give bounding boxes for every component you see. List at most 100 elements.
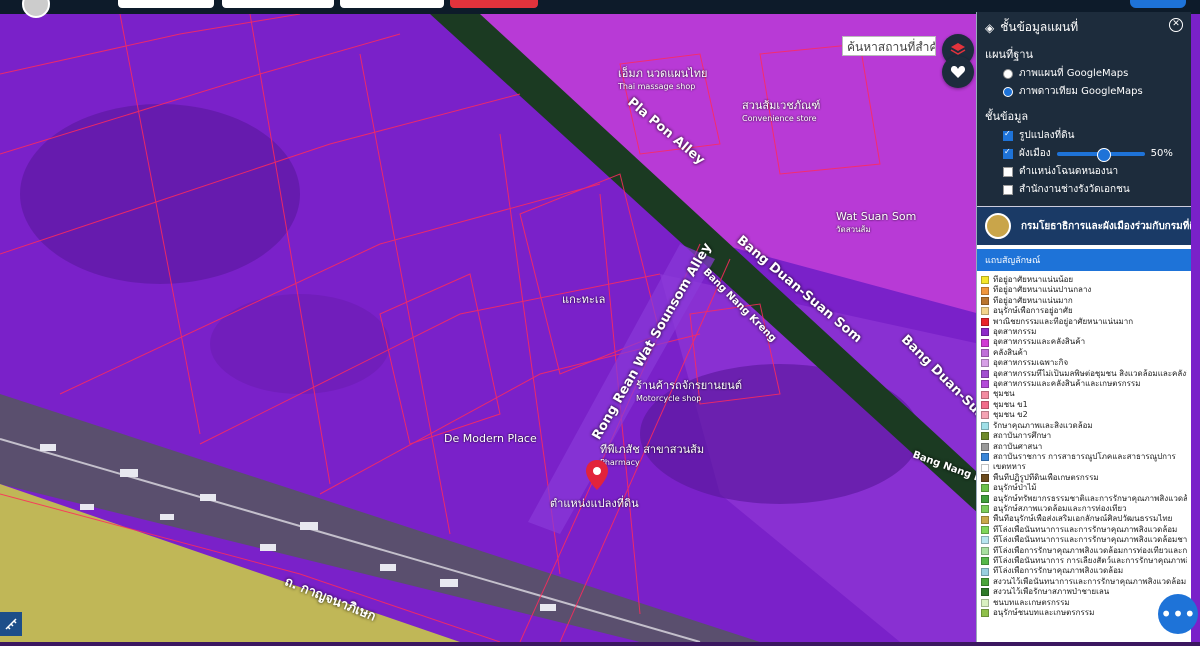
poi-label[interactable]: เอ็มภ นวดแผนไทย Thai massage shop <box>618 64 708 91</box>
legend-swatch <box>981 577 989 586</box>
poi-label[interactable]: De Modern Place <box>444 432 537 445</box>
legend-swatch <box>981 442 989 451</box>
parcel-marker[interactable] <box>586 460 608 494</box>
legend-swatch <box>981 536 989 545</box>
layer-option[interactable]: ตำแหน่งโฉนดหนองนา <box>1003 164 1183 179</box>
legend-label: คลังสินค้า <box>993 347 1028 357</box>
poi-label[interactable]: ทีพีเภสัช สาขาสวนส้ม Pharmacy <box>600 440 704 467</box>
slider-knob[interactable] <box>1096 147 1111 162</box>
legend-label: ที่โล่งเพื่อนันทนาการ การเลี้ยงสัตว์และก… <box>993 555 1187 565</box>
layer-option[interactable]: สำนักงานช่างรังวัดเอกชน <box>1003 182 1183 197</box>
legend-label: ที่อยู่อาศัยหนาแน่นมาก <box>993 295 1073 305</box>
close-icon[interactable]: ✕ <box>1169 18 1183 32</box>
legend-item: ที่โล่งเพื่อนันทนาการและการรักษาคุณภาพสิ… <box>981 525 1187 535</box>
favorite-button[interactable] <box>942 56 974 88</box>
legend-swatch <box>981 359 989 368</box>
menu-button[interactable] <box>1130 0 1186 8</box>
legend-label: พาณิชยกรรมและที่อยู่อาศัยหนาแน่นมาก <box>993 316 1134 326</box>
legend-swatch <box>981 515 989 524</box>
marker-label: ตำแหน่งแปลงที่ดิน <box>550 497 639 510</box>
legend-label: อนุรักษ์ป่าไม้ <box>993 483 1037 493</box>
legend-label: สถาบันการศึกษา <box>993 431 1052 441</box>
district-select[interactable] <box>222 0 334 8</box>
checkbox[interactable] <box>1003 184 1013 195</box>
poi-label[interactable]: ร้านค้ารถจักรยานยนต์ Motorcycle shop <box>636 376 742 403</box>
legend-tab[interactable]: แถบสัญลักษณ์ <box>977 249 1191 271</box>
legend-swatch <box>981 401 989 410</box>
legend-item: ที่โล่งเพื่อการรักษาคุณภาพสิ่งแวดล้อม <box>981 566 1187 576</box>
poi-label[interactable]: Wat Suan Som วัดสวนส้ม <box>836 210 916 236</box>
legend-item: คลังสินค้า <box>981 348 1187 358</box>
legend-swatch <box>981 317 989 326</box>
legend-swatch <box>981 484 989 493</box>
basemap-option[interactable]: ภาพแผนที่ GoogleMaps <box>1003 66 1183 81</box>
legend-item: เขตทหาร <box>981 462 1187 472</box>
legend-label: พื้นที่ปฏิรูปที่ดินเพื่อเกษตรกรรม <box>993 472 1099 482</box>
legend-swatch <box>981 546 989 555</box>
legend-label: ที่อยู่อาศัยหนาแน่นน้อย <box>993 275 1074 284</box>
radio[interactable] <box>1003 86 1013 97</box>
legend-swatch <box>981 328 989 337</box>
chat-button[interactable]: ••• <box>1158 594 1198 634</box>
basemap-option[interactable]: ภาพดาวเทียม GoogleMaps <box>1003 84 1183 99</box>
legend-swatch <box>981 390 989 399</box>
checkbox[interactable] <box>1003 147 1013 159</box>
legend-swatch <box>981 286 989 295</box>
legend-swatch <box>981 609 989 618</box>
legend-item: ที่อยู่อาศัยหนาแน่นปานกลาง <box>981 285 1187 295</box>
opacity-slider[interactable] <box>1056 147 1145 162</box>
poi-label[interactable]: แกะทะเล <box>562 290 605 308</box>
legend-swatch <box>981 276 989 285</box>
legend-item: สถาบันศาสนา <box>981 442 1187 452</box>
ruler-icon <box>5 618 17 630</box>
legend-label: อุตสาหกรรม <box>993 327 1037 337</box>
map-layers-panel: ◈ ชั้นข้อมูลแผนที่ ✕ แผนที่ฐาน ภาพแผนที่ … <box>976 12 1191 642</box>
legend-item: ที่อยู่อาศัยหนาแน่นมาก <box>981 296 1187 306</box>
layer-option[interactable]: ผังเมือง50% <box>1003 146 1183 162</box>
poi-label[interactable]: สวนส้มเวชภัณฑ์ Convenience store <box>742 96 820 123</box>
legend-item: อุตสาหกรรมที่ไม่เป็นมลพิษต่อชุมชน สิ่งแว… <box>981 369 1187 379</box>
legend-item: พื้นที่ปฏิรูปที่ดินเพื่อเกษตรกรรม <box>981 473 1187 483</box>
search-button[interactable] <box>450 0 538 8</box>
legend-item: สงวนไว้เพื่อรักษาสภาพป่าชายเลน <box>981 587 1187 597</box>
legend-item: ที่โล่งเพื่อนันทนาการและการรักษาคุณภาพสิ… <box>981 535 1187 545</box>
vegetation-area <box>20 104 300 284</box>
legend-item: อนุรักษ์สภาพแวดล้อมและการท่องเที่ยว <box>981 504 1187 514</box>
legend-item: สถาบันการศึกษา <box>981 431 1187 441</box>
checkbox[interactable] <box>1003 129 1013 141</box>
legend-label: ที่โล่งเพื่อการรักษาคุณภาพสิ่งแวดล้อมการ… <box>993 545 1187 555</box>
legend-label: สงวนไว้เพื่อรักษาสภาพป่าชายเลน <box>993 587 1110 597</box>
place-search-input[interactable]: ค้นหาสถานที่สำคัญ <box>842 36 936 56</box>
province-select[interactable] <box>118 0 214 8</box>
heart-icon <box>950 66 966 78</box>
organization-header: กรมโยธาธิการและผังเมืองร่วมกับกรมที่ดิน <box>977 206 1191 245</box>
legend-swatch <box>981 494 989 503</box>
legend-item: ชุมชน ข1 <box>981 400 1187 410</box>
legend-item: ชนบทและเกษตรกรรม <box>981 598 1187 608</box>
layer-option[interactable]: รูปแปลงที่ดิน <box>1003 128 1183 143</box>
legend-item: สถาบันราชการ การสาธารณูปโภคและสาธารณูปกา… <box>981 452 1187 462</box>
measure-tool-button[interactable] <box>0 612 22 636</box>
map-pin-icon <box>586 460 608 490</box>
legend-label: ที่โล่งเพื่อนันทนาการและการรักษาคุณภาพสิ… <box>993 524 1178 534</box>
legend-label: อนุรักษ์ชนบทและเกษตรกรรม <box>993 608 1095 617</box>
legend-item: ที่โล่งเพื่อการรักษาคุณภาพสิ่งแวดล้อมการ… <box>981 546 1187 556</box>
legend-label: ชุมชน ข2 <box>993 410 1028 420</box>
legend-swatch <box>981 349 989 358</box>
legend-label: ที่โล่งเพื่อการรักษาคุณภาพสิ่งแวดล้อม <box>993 566 1124 576</box>
legend-label: อนุรักษ์สภาพแวดล้อมและการท่องเที่ยว <box>993 503 1127 513</box>
subdistrict-select[interactable] <box>340 0 444 8</box>
layers-heading: ชั้นข้อมูล <box>985 110 1029 123</box>
legend-swatch <box>981 380 989 389</box>
legend-swatch <box>981 369 989 378</box>
department-seal-icon <box>985 213 1011 239</box>
legend-swatch <box>981 557 989 566</box>
legend-item: อนุรักษ์ชนบทและเกษตรกรรม <box>981 608 1187 618</box>
legend-swatch <box>981 525 989 534</box>
legend-swatch <box>981 297 989 306</box>
legend-swatch <box>981 432 989 441</box>
legend-item: ชุมชน <box>981 389 1187 399</box>
checkbox[interactable] <box>1003 166 1013 177</box>
legend-label: ชนบทและเกษตรกรรม <box>993 597 1070 607</box>
radio[interactable] <box>1003 68 1013 79</box>
